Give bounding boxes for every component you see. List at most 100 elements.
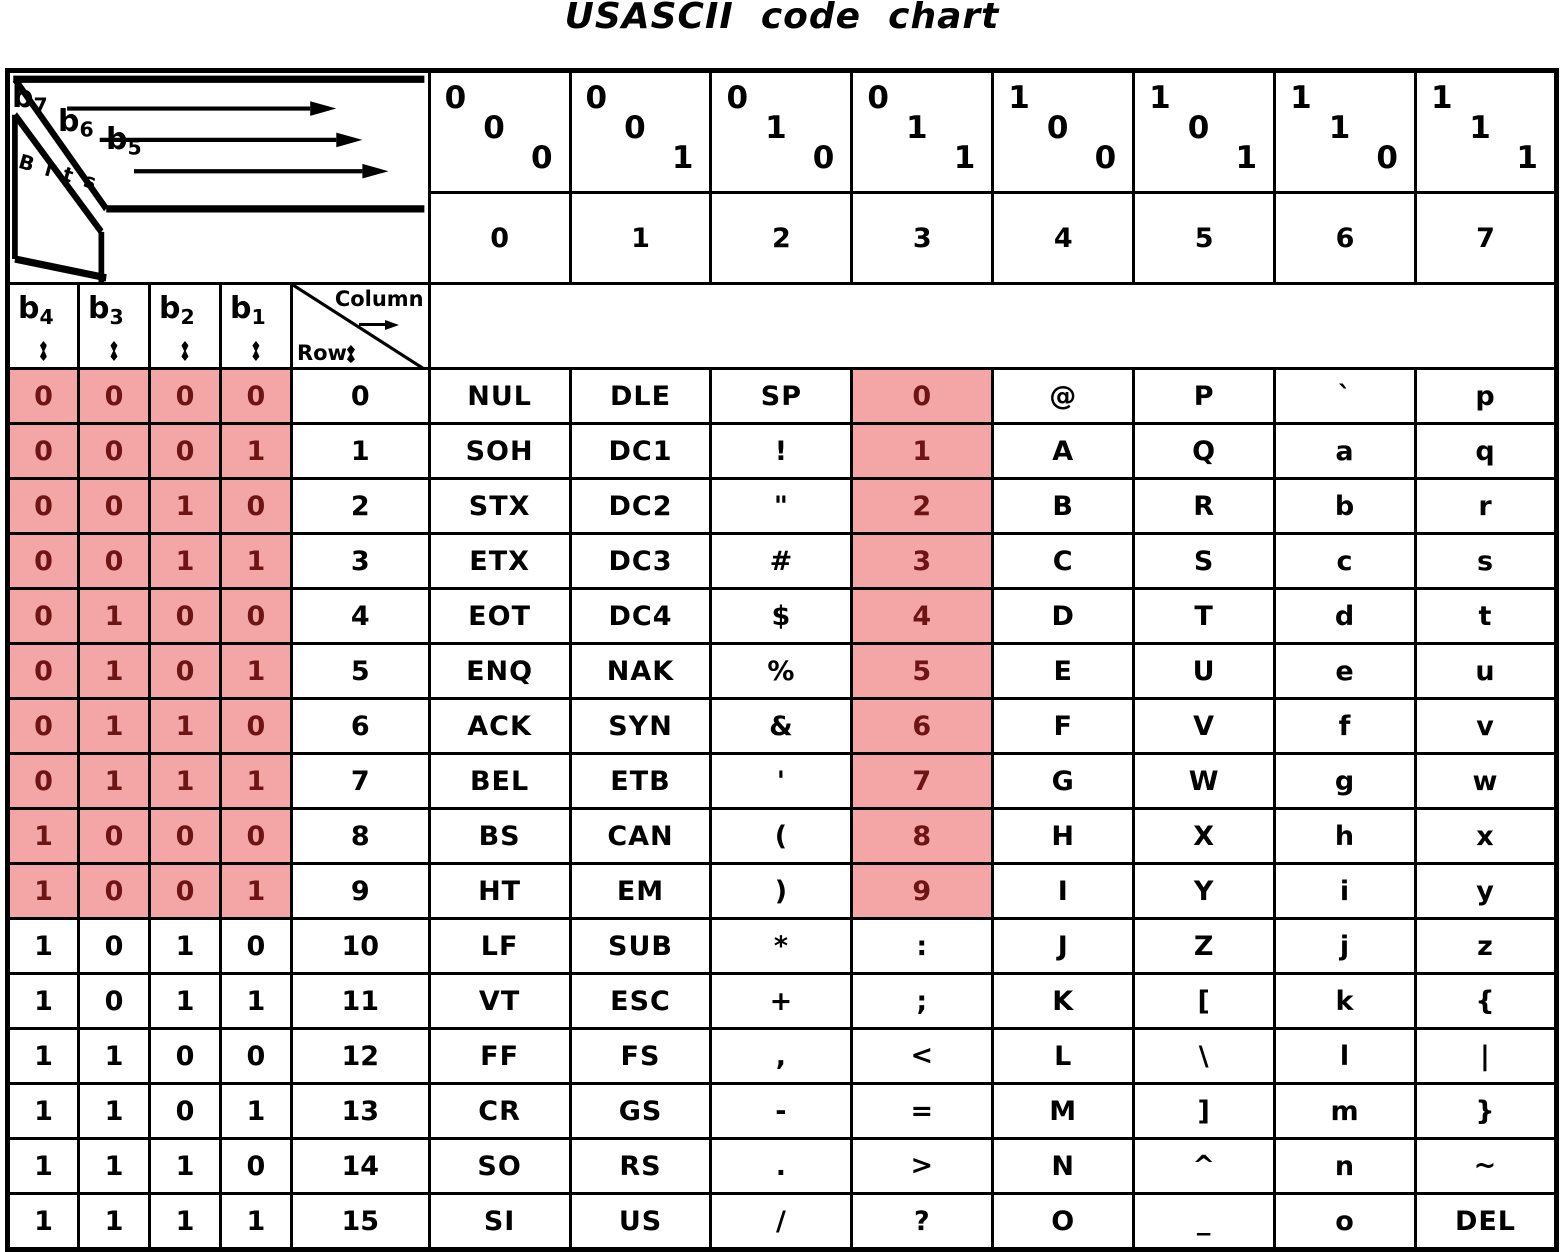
code-cell-6-9[interactable]: i bbox=[1273, 862, 1417, 920]
code-cell-2-4[interactable]: $ bbox=[709, 587, 854, 645]
code-cell-3-3[interactable]: 3 bbox=[850, 532, 995, 590]
code-cell-4-7[interactable]: G bbox=[991, 752, 1136, 810]
code-cell-6-7[interactable]: g bbox=[1273, 752, 1417, 810]
code-cell-1-8[interactable]: CAN bbox=[568, 807, 713, 865]
code-cell-0-2[interactable]: STX bbox=[427, 477, 572, 535]
code-cell-4-10[interactable]: J bbox=[991, 917, 1136, 975]
code-cell-7-11[interactable]: { bbox=[1413, 972, 1559, 1030]
code-cell-2-11[interactable]: + bbox=[709, 972, 854, 1030]
code-cell-2-14[interactable]: . bbox=[709, 1137, 854, 1195]
code-cell-6-6[interactable]: f bbox=[1273, 697, 1417, 755]
code-cell-2-6[interactable]: & bbox=[709, 697, 854, 755]
code-cell-4-14[interactable]: N bbox=[991, 1137, 1136, 1195]
code-cell-3-11[interactable]: ; bbox=[850, 972, 995, 1030]
code-cell-6-10[interactable]: j bbox=[1273, 917, 1417, 975]
code-cell-4-13[interactable]: M bbox=[991, 1082, 1136, 1140]
code-cell-3-6[interactable]: 6 bbox=[850, 697, 995, 755]
code-cell-3-2[interactable]: 2 bbox=[850, 477, 995, 535]
code-cell-3-10[interactable]: : bbox=[850, 917, 995, 975]
code-cell-5-8[interactable]: X bbox=[1132, 807, 1277, 865]
code-cell-1-7[interactable]: ETB bbox=[568, 752, 713, 810]
code-cell-7-4[interactable]: t bbox=[1413, 587, 1559, 645]
code-cell-4-2[interactable]: B bbox=[991, 477, 1136, 535]
code-cell-1-0[interactable]: DLE bbox=[568, 367, 713, 425]
code-cell-6-2[interactable]: b bbox=[1273, 477, 1417, 535]
code-cell-7-7[interactable]: w bbox=[1413, 752, 1559, 810]
code-cell-5-7[interactable]: W bbox=[1132, 752, 1277, 810]
code-cell-1-9[interactable]: EM bbox=[568, 862, 713, 920]
code-cell-0-11[interactable]: VT bbox=[427, 972, 572, 1030]
code-cell-4-5[interactable]: E bbox=[991, 642, 1136, 700]
code-cell-6-5[interactable]: e bbox=[1273, 642, 1417, 700]
code-cell-2-0[interactable]: SP bbox=[709, 367, 854, 425]
code-cell-5-10[interactable]: Z bbox=[1132, 917, 1277, 975]
code-cell-2-12[interactable]: , bbox=[709, 1027, 854, 1085]
code-cell-5-12[interactable]: \ bbox=[1132, 1027, 1277, 1085]
code-cell-3-8[interactable]: 8 bbox=[850, 807, 995, 865]
code-cell-0-6[interactable]: ACK bbox=[427, 697, 572, 755]
code-cell-7-1[interactable]: q bbox=[1413, 422, 1559, 480]
code-cell-0-9[interactable]: HT bbox=[427, 862, 572, 920]
code-cell-1-2[interactable]: DC2 bbox=[568, 477, 713, 535]
code-cell-1-5[interactable]: NAK bbox=[568, 642, 713, 700]
code-cell-4-11[interactable]: K bbox=[991, 972, 1136, 1030]
code-cell-3-14[interactable]: > bbox=[850, 1137, 995, 1195]
code-cell-4-0[interactable]: @ bbox=[991, 367, 1136, 425]
code-cell-2-9[interactable]: ) bbox=[709, 862, 854, 920]
code-cell-7-6[interactable]: v bbox=[1413, 697, 1559, 755]
code-cell-4-3[interactable]: C bbox=[991, 532, 1136, 590]
code-cell-4-12[interactable]: L bbox=[991, 1027, 1136, 1085]
code-cell-5-0[interactable]: P bbox=[1132, 367, 1277, 425]
code-cell-7-2[interactable]: r bbox=[1413, 477, 1559, 535]
code-cell-4-9[interactable]: I bbox=[991, 862, 1136, 920]
code-cell-1-6[interactable]: SYN bbox=[568, 697, 713, 755]
code-cell-7-14[interactable]: ~ bbox=[1413, 1137, 1559, 1195]
code-cell-5-5[interactable]: U bbox=[1132, 642, 1277, 700]
code-cell-2-8[interactable]: ( bbox=[709, 807, 854, 865]
code-cell-7-15[interactable]: DEL bbox=[1413, 1192, 1559, 1251]
code-cell-3-9[interactable]: 9 bbox=[850, 862, 995, 920]
code-cell-0-12[interactable]: FF bbox=[427, 1027, 572, 1085]
code-cell-0-10[interactable]: LF bbox=[427, 917, 572, 975]
code-cell-2-5[interactable]: % bbox=[709, 642, 854, 700]
code-cell-1-11[interactable]: ESC bbox=[568, 972, 713, 1030]
code-cell-5-2[interactable]: R bbox=[1132, 477, 1277, 535]
code-cell-1-15[interactable]: US bbox=[568, 1192, 713, 1251]
code-cell-0-1[interactable]: SOH bbox=[427, 422, 572, 480]
code-cell-7-3[interactable]: s bbox=[1413, 532, 1559, 590]
code-cell-6-3[interactable]: c bbox=[1273, 532, 1417, 590]
code-cell-3-12[interactable]: < bbox=[850, 1027, 995, 1085]
code-cell-6-14[interactable]: n bbox=[1273, 1137, 1417, 1195]
code-cell-2-3[interactable]: # bbox=[709, 532, 854, 590]
code-cell-7-13[interactable]: } bbox=[1413, 1082, 1559, 1140]
code-cell-1-12[interactable]: FS bbox=[568, 1027, 713, 1085]
code-cell-7-12[interactable]: | bbox=[1413, 1027, 1559, 1085]
code-cell-0-5[interactable]: ENQ bbox=[427, 642, 572, 700]
code-cell-3-5[interactable]: 5 bbox=[850, 642, 995, 700]
code-cell-2-7[interactable]: ' bbox=[709, 752, 854, 810]
code-cell-3-4[interactable]: 4 bbox=[850, 587, 995, 645]
code-cell-1-13[interactable]: GS bbox=[568, 1082, 713, 1140]
code-cell-7-8[interactable]: x bbox=[1413, 807, 1559, 865]
code-cell-5-3[interactable]: S bbox=[1132, 532, 1277, 590]
code-cell-7-5[interactable]: u bbox=[1413, 642, 1559, 700]
code-cell-0-15[interactable]: SI bbox=[427, 1192, 572, 1251]
code-cell-5-6[interactable]: V bbox=[1132, 697, 1277, 755]
code-cell-1-1[interactable]: DC1 bbox=[568, 422, 713, 480]
code-cell-4-1[interactable]: A bbox=[991, 422, 1136, 480]
code-cell-1-14[interactable]: RS bbox=[568, 1137, 713, 1195]
code-cell-6-11[interactable]: k bbox=[1273, 972, 1417, 1030]
code-cell-2-13[interactable]: - bbox=[709, 1082, 854, 1140]
code-cell-6-13[interactable]: m bbox=[1273, 1082, 1417, 1140]
code-cell-4-6[interactable]: F bbox=[991, 697, 1136, 755]
code-cell-4-15[interactable]: O bbox=[991, 1192, 1136, 1251]
code-cell-7-0[interactable]: p bbox=[1413, 367, 1559, 425]
code-cell-7-10[interactable]: z bbox=[1413, 917, 1559, 975]
code-cell-6-4[interactable]: d bbox=[1273, 587, 1417, 645]
code-cell-0-8[interactable]: BS bbox=[427, 807, 572, 865]
code-cell-3-1[interactable]: 1 bbox=[850, 422, 995, 480]
code-cell-5-4[interactable]: T bbox=[1132, 587, 1277, 645]
code-cell-3-13[interactable]: = bbox=[850, 1082, 995, 1140]
code-cell-2-10[interactable]: * bbox=[709, 917, 854, 975]
code-cell-4-4[interactable]: D bbox=[991, 587, 1136, 645]
